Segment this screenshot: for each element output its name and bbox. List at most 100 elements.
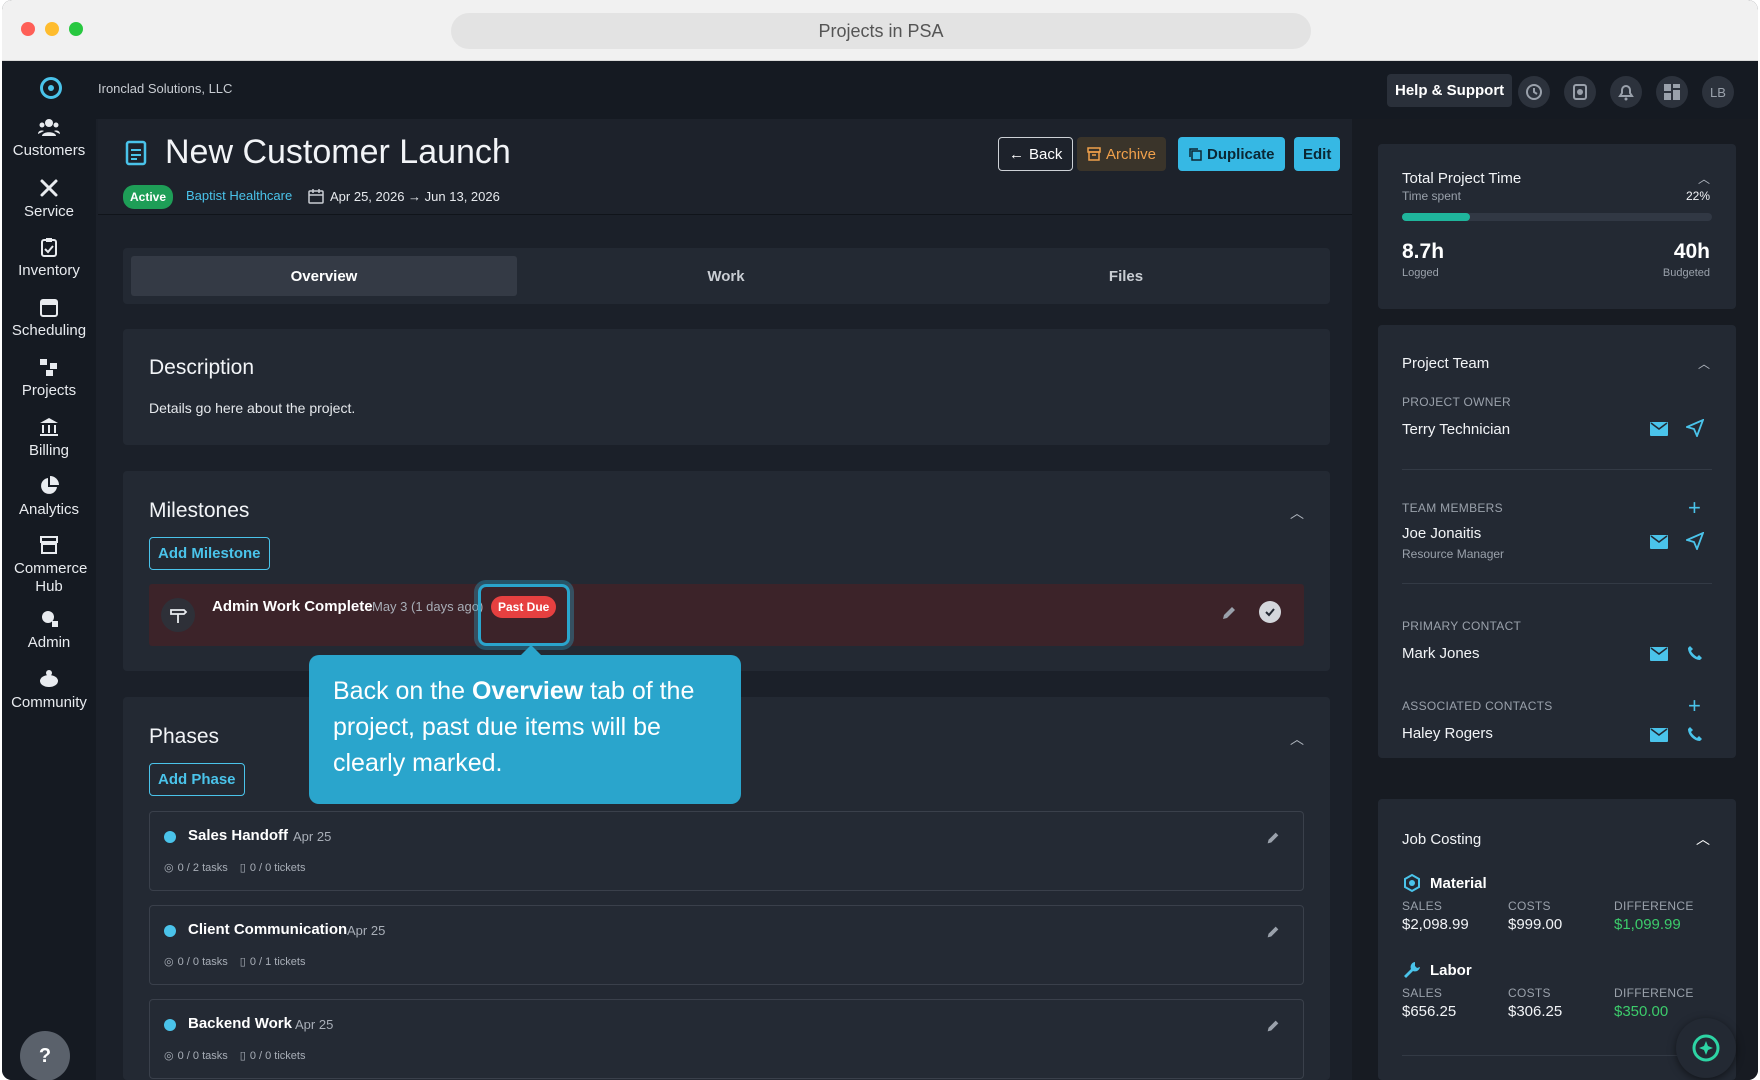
community-icon (40, 670, 58, 687)
copy-icon (1189, 148, 1202, 161)
nav-billing[interactable]: Billing (2, 417, 96, 460)
send-icon[interactable] (1686, 532, 1704, 550)
app-logo-icon[interactable] (40, 77, 62, 99)
nav-commerce-hub[interactable]: Commerce Hub (2, 535, 96, 596)
chevron-up-icon[interactable]: ︿ (1696, 829, 1710, 849)
archive-icon (1087, 147, 1101, 161)
email-icon[interactable] (1650, 422, 1668, 436)
date-range: Apr 25, 2026 → Jun 13, 2026 (330, 188, 500, 204)
pie-chart-icon (41, 476, 59, 494)
bell-icon[interactable] (1610, 76, 1642, 108)
pencil-icon[interactable] (1220, 604, 1238, 622)
material-sales: SALES $2,098.99 (1402, 899, 1469, 933)
difference-value: $350.00 (1614, 1003, 1669, 1020)
nav-service[interactable]: Service (2, 178, 96, 221)
back-button[interactable]: ← Back (998, 137, 1074, 171)
check-circle-icon[interactable] (1259, 601, 1281, 623)
phone-icon[interactable] (1687, 645, 1703, 661)
history-icon[interactable] (1518, 76, 1550, 108)
pencil-icon[interactable] (1265, 830, 1281, 846)
tab-files[interactable]: Files (933, 256, 1319, 296)
duplicate-button[interactable]: Duplicate (1178, 137, 1285, 171)
nav-label: Scheduling (11, 322, 87, 339)
phase-row[interactable]: Backend Work Apr 25 ◎ 0 / 0 tasks ▯ 0 / 0 … (149, 999, 1304, 1079)
project-team-card: Project Team ︿ PROJECT OWNER Terry Techn… (1378, 325, 1736, 758)
help-support-button[interactable]: Help & Support (1387, 74, 1513, 107)
divider (1402, 583, 1712, 584)
ticket-icon: ▯ (239, 1050, 246, 1062)
phase-tasks: 0 / 0 tasks (177, 1049, 228, 1062)
avatar[interactable]: LB (1702, 76, 1734, 108)
pencil-icon[interactable] (1265, 1018, 1281, 1034)
phase-tickets: 0 / 0 tickets (249, 1049, 306, 1062)
chevron-up-icon[interactable]: ︿ (1698, 170, 1710, 187)
main-content: New Customer Launch Active Baptist Healt… (98, 119, 1352, 1080)
top-bar: Ironclad Solutions, LLC Help & Support L… (96, 61, 1758, 119)
add-milestone-button[interactable]: Add Milestone (149, 537, 270, 570)
nav-community[interactable]: Community (2, 669, 96, 712)
phase-row[interactable]: Client Communication Apr 25 ◎ 0 / 0 tasks… (149, 905, 1304, 985)
members-label: TEAM MEMBERS (1402, 501, 1503, 515)
description-title: Description (149, 356, 255, 379)
material-label: Material (1430, 874, 1487, 892)
phase-tasks: 0 / 0 tasks (177, 955, 228, 968)
close-window-button[interactable] (21, 22, 35, 36)
budgeted-hours: 40h (1673, 240, 1710, 263)
milestone-row[interactable]: Admin Work Complete May 3 (1 days ago) P… (149, 584, 1304, 646)
calendar-icon (308, 189, 324, 204)
nav-projects[interactable]: Projects (2, 357, 96, 400)
phase-meta: ◎ 0 / 2 tasks ▯ 0 / 0 tickets (164, 861, 305, 875)
labor-sales: SALES $656.25 (1402, 986, 1456, 1020)
minimize-window-button[interactable] (45, 22, 59, 36)
status-badge: Active (123, 185, 174, 209)
tab-bar: Overview Work Files (123, 248, 1330, 304)
timer-icon[interactable] (1564, 76, 1596, 108)
phase-date: Apr 25 (347, 923, 386, 938)
time-subtitle: Time spent (1402, 189, 1461, 203)
help-button[interactable]: ? (20, 1031, 70, 1080)
chevron-up-icon[interactable]: ︿ (1290, 503, 1304, 523)
phone-icon[interactable] (1687, 726, 1703, 742)
assistant-button[interactable] (1676, 1018, 1736, 1078)
milestone-date: May 3 (1 days ago) (372, 599, 484, 614)
assoc-name: Haley Rogers (1402, 725, 1493, 742)
nav-inventory[interactable]: Inventory (2, 237, 96, 280)
email-icon[interactable] (1650, 728, 1668, 742)
task-check-icon: ◎ (164, 956, 174, 968)
email-icon[interactable] (1650, 535, 1668, 549)
maximize-window-button[interactable] (69, 22, 83, 36)
walkthrough-tooltip: Back on the Overview tab of the project,… (309, 645, 741, 804)
send-icon[interactable] (1686, 419, 1704, 437)
team-title: Project Team (1402, 355, 1490, 372)
add-member-icon[interactable]: + (1688, 495, 1701, 521)
sales-value: $656.25 (1402, 1003, 1457, 1020)
chevron-up-icon[interactable]: ︿ (1698, 355, 1710, 372)
nav-customers[interactable]: Customers (2, 117, 96, 160)
customer-link[interactable]: Baptist Healthcare (186, 188, 292, 203)
add-contact-icon[interactable]: + (1688, 693, 1701, 719)
edit-button[interactable]: Edit (1294, 137, 1341, 171)
milestone-name: Admin Work Complete (212, 598, 373, 615)
tab-work[interactable]: Work (533, 256, 919, 296)
assoc-label: ASSOCIATED CONTACTS (1402, 699, 1553, 713)
labor-difference: DIFFERENCE $350.00 (1614, 986, 1694, 1020)
costs-label: COSTS (1508, 899, 1551, 913)
sales-label: SALES (1402, 986, 1443, 1000)
phase-row[interactable]: Sales Handoff Apr 25 ◎ 0 / 2 tasks ▯ 0 / 0… (149, 811, 1304, 891)
nav-scheduling[interactable]: Scheduling (2, 297, 96, 340)
add-phase-button[interactable]: Add Phase (149, 763, 245, 796)
divider (1402, 1055, 1712, 1056)
sidebar: Customers Service Inventory Scheduling P… (2, 61, 96, 1080)
arrow-left-icon: ← (1009, 145, 1024, 163)
nav-analytics[interactable]: Analytics (2, 476, 96, 519)
chevron-up-icon[interactable]: ︿ (1290, 729, 1304, 749)
tab-overview[interactable]: Overview (131, 256, 517, 296)
sparkle-icon (1692, 1034, 1720, 1062)
email-icon[interactable] (1650, 647, 1668, 661)
owner-label: PROJECT OWNER (1402, 395, 1512, 409)
archive-button[interactable]: Archive (1077, 137, 1167, 171)
nav-admin[interactable]: Admin (2, 609, 96, 652)
title-bar: Projects in PSA (2, 0, 1758, 61)
pencil-icon[interactable] (1265, 924, 1281, 940)
dashboard-icon[interactable] (1656, 76, 1688, 108)
